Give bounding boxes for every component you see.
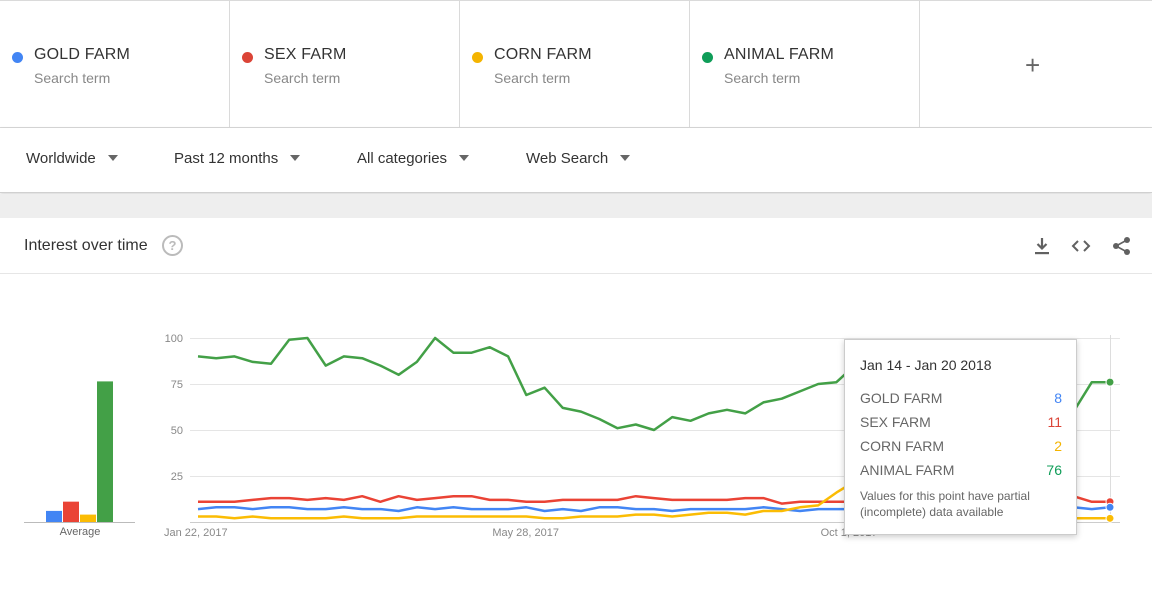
term-card-corn-farm[interactable]: CORN FARM Search term [460,1,690,127]
x-tick-label: Jan 22, 2017 [164,527,228,539]
search-type-label: Web Search [526,150,609,167]
embed-icon[interactable] [1070,235,1092,257]
filters-bar: Worldwide Past 12 months All categories … [0,128,1152,193]
average-label: Average [59,526,101,538]
card-title: Interest over time [24,237,148,254]
term-color-dot [472,52,483,63]
tooltip-date: Jan 14 - Jan 20 2018 [860,357,992,373]
term-card-gold-farm[interactable]: GOLD FARM Search term [0,1,230,127]
region-dropdown[interactable]: Worldwide [26,150,118,167]
term-card-sex-farm[interactable]: SEX FARM Search term [230,1,460,127]
category-dropdown[interactable]: All categories [357,150,470,167]
term-color-dot [242,52,253,63]
term-color-dot [12,52,23,63]
term-name: ANIMAL FARM [724,46,835,63]
average-bar [97,381,113,522]
caret-down-icon [107,155,118,161]
tooltip-note: Values for this point have partial (inco… [860,489,1030,519]
x-tick-label: May 28, 2017 [492,527,559,539]
tooltip-row: SEX FARM 11 [860,414,1062,430]
tooltip-value: 2 [1054,438,1062,454]
region-label: Worldwide [26,150,96,167]
average-bar [63,501,79,522]
download-icon[interactable] [1031,235,1053,257]
term-color-dot [702,52,713,63]
time-range-dropdown[interactable]: Past 12 months [174,150,301,167]
help-icon[interactable]: ? [162,235,183,256]
search-terms-bar: GOLD FARM Search term SEX FARM Search te… [0,0,1152,128]
tooltip-value: 76 [1046,462,1062,478]
caret-down-icon [620,155,631,161]
average-bar [46,510,62,522]
y-tick-label: 25 [171,471,183,483]
card-header: Interest over time ? [0,218,1152,274]
y-tick-label: 50 [171,425,183,437]
share-icon[interactable] [1111,235,1133,257]
tooltip-row: CORN FARM 2 [860,438,1062,454]
term-type: Search term [724,70,801,86]
tooltip-term: ANIMAL FARM [860,462,955,478]
tooltip-row: GOLD FARM 8 [860,390,1062,406]
term-name: GOLD FARM [34,46,131,63]
time-range-label: Past 12 months [174,150,279,167]
tooltip-value: 11 [1047,414,1062,430]
section-divider [0,194,1152,218]
series-point [1105,377,1115,387]
term-type: Search term [264,70,341,86]
term-name: SEX FARM [264,46,347,63]
tooltip-term: SEX FARM [860,414,931,430]
tooltip-row: ANIMAL FARM 76 [860,462,1062,478]
series-point [1105,513,1115,523]
tooltip-term: CORN FARM [860,438,944,454]
plus-icon: + [1025,50,1041,80]
caret-down-icon [290,155,301,161]
caret-down-icon [459,155,470,161]
term-type: Search term [494,70,571,86]
tooltip-term: GOLD FARM [860,390,943,406]
average-bar [80,514,96,522]
y-tick-label: 100 [165,333,183,345]
term-type: Search term [34,70,111,86]
term-card-animal-farm[interactable]: ANIMAL FARM Search term [690,1,920,127]
series-point [1105,502,1115,512]
hover-tooltip: Jan 14 - Jan 20 2018 GOLD FARM 8 SEX FAR… [844,339,1077,535]
y-tick-label: 75 [171,379,183,391]
category-label: All categories [357,150,448,167]
search-type-dropdown[interactable]: Web Search [526,150,631,167]
term-name: CORN FARM [494,46,592,63]
add-comparison-button[interactable]: + [920,1,1152,127]
tooltip-value: 8 [1054,390,1062,406]
